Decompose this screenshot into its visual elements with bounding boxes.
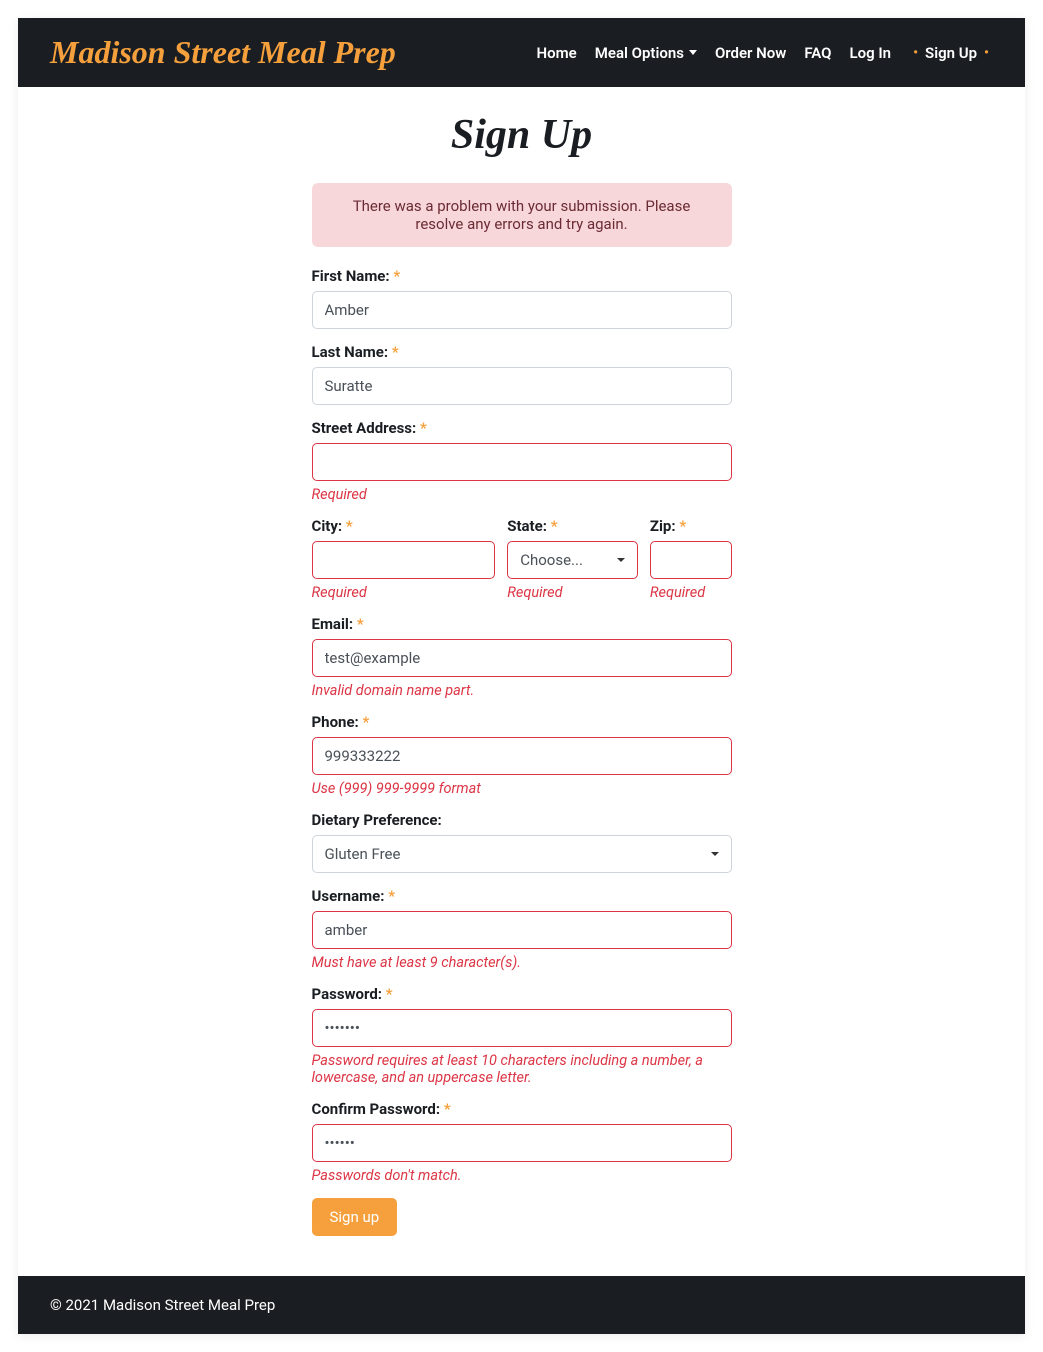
last-name-group: Last Name: *: [312, 343, 732, 405]
footer-text: © 2021 Madison Street Meal Prep: [50, 1296, 275, 1314]
first-name-input[interactable]: [312, 291, 732, 329]
first-name-group: First Name: *: [312, 267, 732, 329]
last-name-input[interactable]: [312, 367, 732, 405]
required-star: *: [444, 1100, 451, 1118]
username-label: Username: *: [312, 887, 732, 905]
street-address-label-text: Street Address:: [312, 419, 417, 437]
required-star: *: [363, 713, 370, 731]
nav-sign-up[interactable]: Sign Up: [909, 44, 993, 62]
dietary-label: Dietary Preference:: [312, 811, 732, 829]
main-content: Sign Up There was a problem with your su…: [312, 87, 732, 1276]
zip-error: Required: [650, 584, 732, 601]
city-state-zip-row: City: * Required State: * Choose... Requ…: [312, 517, 732, 601]
required-star: *: [388, 887, 395, 905]
last-name-label: Last Name: *: [312, 343, 732, 361]
username-label-text: Username:: [312, 887, 385, 905]
submit-button[interactable]: Sign up: [312, 1198, 398, 1236]
zip-input[interactable]: [650, 541, 732, 579]
required-star: *: [551, 517, 558, 535]
password-label: Password: *: [312, 985, 732, 1003]
street-address-group: Street Address: * Required: [312, 419, 732, 503]
zip-label: Zip: *: [650, 517, 732, 535]
state-select[interactable]: Choose...: [507, 541, 638, 579]
nav-meal-options-label: Meal Options: [595, 44, 684, 62]
phone-input[interactable]: [312, 737, 732, 775]
required-star: *: [386, 985, 393, 1003]
state-label-text: State:: [507, 517, 547, 535]
username-group: Username: * Must have at least 9 charact…: [312, 887, 732, 971]
city-input[interactable]: [312, 541, 496, 579]
chevron-down-icon: [689, 50, 697, 55]
nav-faq[interactable]: FAQ: [804, 44, 831, 62]
username-input[interactable]: [312, 911, 732, 949]
page-title: Sign Up: [312, 111, 732, 159]
state-group: State: * Choose... Required: [507, 517, 638, 601]
city-error: Required: [312, 584, 496, 601]
password-label-text: Password:: [312, 985, 383, 1003]
required-star: *: [357, 615, 364, 633]
email-input[interactable]: [312, 639, 732, 677]
phone-label-text: Phone:: [312, 713, 359, 731]
username-error: Must have at least 9 character(s).: [312, 954, 732, 971]
nav-meal-options[interactable]: Meal Options: [595, 44, 697, 62]
phone-label: Phone: *: [312, 713, 732, 731]
required-star: *: [679, 517, 686, 535]
city-label-text: City:: [312, 517, 343, 535]
confirm-password-label-text: Confirm Password:: [312, 1100, 441, 1118]
dietary-group: Dietary Preference: Gluten Free: [312, 811, 732, 873]
last-name-label-text: Last Name:: [312, 343, 389, 361]
required-star: *: [346, 517, 353, 535]
password-error: Password requires at least 10 characters…: [312, 1052, 732, 1086]
email-label-text: Email:: [312, 615, 354, 633]
city-group: City: * Required: [312, 517, 496, 601]
email-group: Email: * Invalid domain name part.: [312, 615, 732, 699]
zip-group: Zip: * Required: [650, 517, 732, 601]
street-address-label: Street Address: *: [312, 419, 732, 437]
confirm-password-label: Confirm Password: *: [312, 1100, 732, 1118]
state-label: State: *: [507, 517, 638, 535]
phone-error: Use (999) 999-9999 format: [312, 780, 732, 797]
password-group: Password: * Password requires at least 1…: [312, 985, 732, 1086]
city-label: City: *: [312, 517, 496, 535]
zip-label-text: Zip:: [650, 517, 676, 535]
phone-group: Phone: * Use (999) 999-9999 format: [312, 713, 732, 797]
required-star: *: [393, 267, 400, 285]
street-address-error: Required: [312, 486, 732, 503]
error-alert: There was a problem with your submission…: [312, 183, 732, 247]
navbar: Madison Street Meal Prep Home Meal Optio…: [18, 18, 1025, 87]
required-star: *: [420, 419, 427, 437]
nav-links: Home Meal Options Order Now FAQ Log In S…: [537, 44, 993, 62]
confirm-password-error: Passwords don't match.: [312, 1167, 732, 1184]
footer: © 2021 Madison Street Meal Prep: [18, 1276, 1025, 1334]
brand-logo[interactable]: Madison Street Meal Prep: [50, 34, 396, 71]
required-star: *: [392, 343, 399, 361]
first-name-label-text: First Name:: [312, 267, 390, 285]
dietary-select[interactable]: Gluten Free: [312, 835, 732, 873]
nav-log-in[interactable]: Log In: [850, 44, 892, 62]
nav-home[interactable]: Home: [537, 44, 577, 62]
password-input[interactable]: [312, 1009, 732, 1047]
email-label: Email: *: [312, 615, 732, 633]
first-name-label: First Name: *: [312, 267, 732, 285]
street-address-input[interactable]: [312, 443, 732, 481]
confirm-password-group: Confirm Password: * Passwords don't matc…: [312, 1100, 732, 1184]
email-error: Invalid domain name part.: [312, 682, 732, 699]
confirm-password-input[interactable]: [312, 1124, 732, 1162]
state-error: Required: [507, 584, 638, 601]
nav-order-now[interactable]: Order Now: [715, 44, 786, 62]
